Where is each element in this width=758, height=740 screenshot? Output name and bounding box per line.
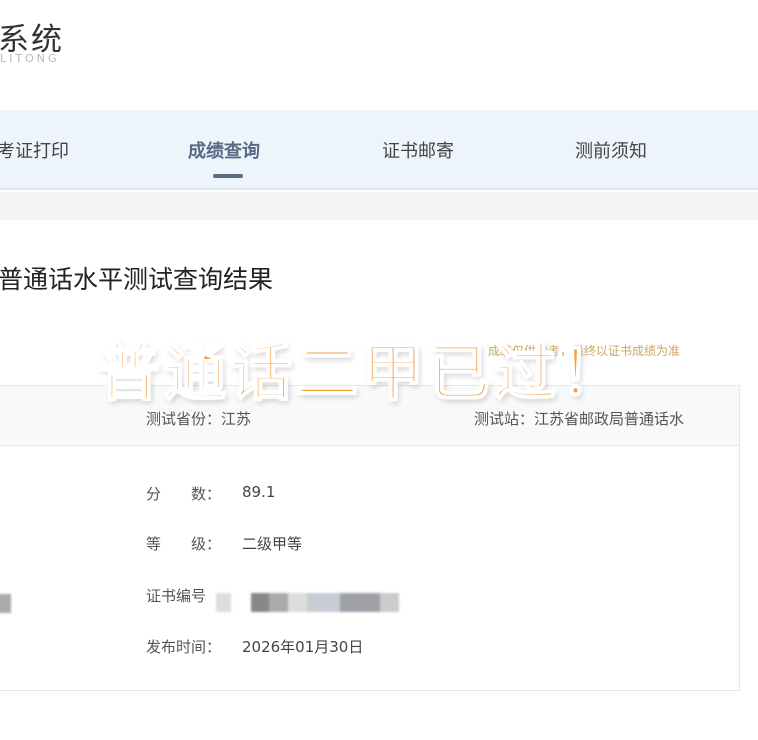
divider-band	[0, 192, 758, 220]
level-value: 二级甲等	[242, 535, 303, 553]
overlay-caption: 普通话二甲已过！	[97, 335, 627, 410]
redacted-certificate-number	[251, 593, 399, 612]
redacted-photo	[0, 594, 11, 613]
page-title: 普通话水平测试查询结果	[0, 265, 274, 294]
active-tab-indicator	[213, 174, 243, 178]
publish-date-label: 发布时间：	[146, 638, 222, 656]
nav-item-certificate-mail[interactable]: 证书邮寄	[382, 137, 454, 163]
certificate-number-label: 证书编号	[146, 587, 207, 605]
score-label: 分 数：	[146, 485, 222, 503]
nav-item-score-query[interactable]: 成绩查询	[188, 137, 260, 163]
main-nav: 考证打印 成绩查询 证书邮寄 测前须知	[0, 110, 758, 190]
redacted-mark	[216, 593, 231, 612]
result-table: 测试省份：江苏 测试站：江苏省邮政局普通话水 分 数： 89.1 等 级： 二级…	[0, 385, 740, 691]
nav-item-admission-print[interactable]: 考证打印	[0, 137, 69, 163]
level-label: 等 级：	[146, 535, 222, 553]
logo-subtitle: LITONG	[0, 52, 60, 65]
nav-item-test-notice[interactable]: 测前须知	[575, 137, 647, 163]
score-value: 89.1	[242, 483, 276, 501]
publish-date-value: 2026年01月30日	[242, 638, 364, 656]
